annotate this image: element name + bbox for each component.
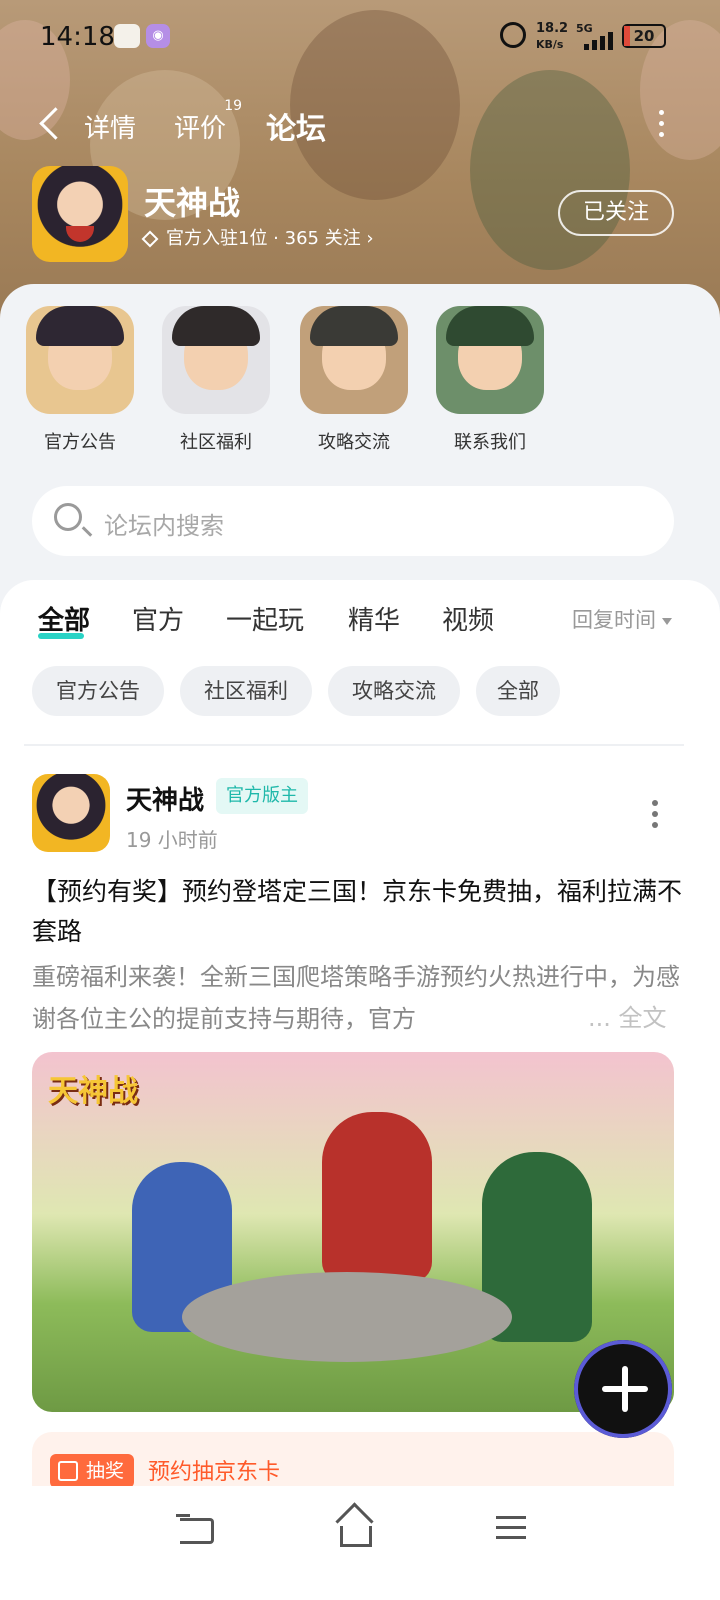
shortcut-official-notice[interactable]: 官方公告 <box>20 306 140 454</box>
filter-chip-community-benefit[interactable]: 社区福利 <box>180 666 312 716</box>
sort-dropdown[interactable]: 回复时间 <box>572 604 672 634</box>
status-bar: 14:18 ◉ 18.2 KB/s 5G 20 <box>0 18 720 58</box>
post-time: 19 小时前 <box>126 828 218 852</box>
notification-icon <box>114 24 140 48</box>
search-placeholder: 论坛内搜索 <box>104 512 224 540</box>
moderator-badge: 官方版主 <box>216 778 308 814</box>
lottery-badge: 抽奖 <box>50 1454 135 1488</box>
tab-reviews[interactable]: 评价 19 <box>174 98 242 145</box>
feed-tab-official[interactable]: 官方 <box>132 600 184 637</box>
shortcut-guide-exchange[interactable]: 攻略交流 <box>294 306 414 454</box>
system-menu-icon[interactable] <box>496 1516 526 1540</box>
feast-table <box>182 1272 512 1362</box>
net-speed: 18.2 <box>536 21 569 36</box>
search-icon <box>54 503 82 531</box>
official-notice-avatar-icon <box>26 306 134 414</box>
forum-search-input[interactable]: 论坛内搜索 <box>32 486 674 556</box>
system-nav-bar <box>0 1486 720 1600</box>
gift-icon <box>58 1461 78 1481</box>
contact-us-avatar-icon <box>436 306 544 414</box>
shortcut-label: 官方公告 <box>44 432 116 453</box>
more-options-button[interactable] <box>656 110 666 140</box>
game-meta[interactable]: 官方入驻1位 · 365 关注 › <box>141 224 374 250</box>
tab-details[interactable]: 详情 <box>84 108 136 145</box>
post-author-name[interactable]: 天神战 <box>126 780 204 817</box>
filter-chip-all[interactable]: 全部 <box>476 666 560 716</box>
feed-tab-video[interactable]: 视频 <box>442 600 494 637</box>
shortcut-community-benefit[interactable]: 社区福利 <box>156 306 276 454</box>
post-more-button[interactable] <box>650 800 660 830</box>
follow-button[interactable]: 已关注 <box>558 190 674 236</box>
system-back-icon[interactable] <box>176 1514 214 1544</box>
lottery-badge-label: 抽奖 <box>86 1460 125 1482</box>
top-nav: 详情 评价 19 论坛 <box>0 98 720 158</box>
game-logo: 天神战 <box>48 1074 138 1109</box>
net-speed-unit: KB/s <box>536 38 564 51</box>
back-button[interactable] <box>34 106 64 146</box>
character-figure <box>322 1112 432 1282</box>
system-home-icon[interactable] <box>338 1516 372 1547</box>
guide-exchange-avatar-icon <box>300 306 408 414</box>
divider <box>24 744 684 746</box>
create-post-button[interactable] <box>574 1340 672 1438</box>
signal-icon <box>584 32 616 50</box>
shortcut-contact-us[interactable]: 联系我们 <box>430 306 550 454</box>
forum-shortcuts: 官方公告 社区福利 攻略交流 联系我们 <box>0 306 720 466</box>
post-title[interactable]: 【预约有奖】预约登塔定三国！京东卡免费抽，福利拉满不套路 <box>32 872 682 952</box>
tab-forum[interactable]: 论坛 <box>264 104 328 148</box>
feed-tab-all[interactable]: 全部 <box>38 600 90 639</box>
shortcut-label: 攻略交流 <box>318 432 390 453</box>
app-notification-icon: ◉ <box>146 24 170 48</box>
battery-icon: 20 <box>622 24 666 48</box>
shortcut-label: 社区福利 <box>180 432 252 453</box>
community-benefit-avatar-icon <box>162 306 270 414</box>
tab-reviews-label: 评价 <box>174 114 227 144</box>
forum-content: 官方公告 社区福利 攻略交流 联系我们 论坛内搜索 全部 官方 一起玩 精华 视… <box>0 284 720 1520</box>
filter-chip-guide-exchange[interactable]: 攻略交流 <box>328 666 460 716</box>
game-header-banner: 14:18 ◉ 18.2 KB/s 5G 20 详情 评价 19 论坛 天神战 … <box>0 0 720 320</box>
shortcut-label: 联系我们 <box>454 432 526 453</box>
filter-chip-official-notice[interactable]: 官方公告 <box>32 666 164 716</box>
post-image[interactable]: 天神战 <box>32 1052 674 1412</box>
read-full-link[interactable]: ... 全文 <box>578 998 667 1033</box>
reviews-count-badge: 19 <box>224 98 243 114</box>
game-meta-text: 官方入驻1位 · 365 关注 › <box>166 228 374 249</box>
post-author-avatar[interactable] <box>32 774 110 852</box>
game-avatar[interactable] <box>32 166 128 262</box>
alarm-icon <box>500 22 526 48</box>
feed-tab-featured[interactable]: 精华 <box>348 600 400 637</box>
diamond-icon <box>141 230 159 248</box>
lottery-text: 预约抽京东卡 <box>148 1460 281 1485</box>
feed-tab-play-together[interactable]: 一起玩 <box>226 600 304 637</box>
status-time: 14:18 <box>40 22 115 52</box>
game-title: 天神战 <box>144 184 241 222</box>
